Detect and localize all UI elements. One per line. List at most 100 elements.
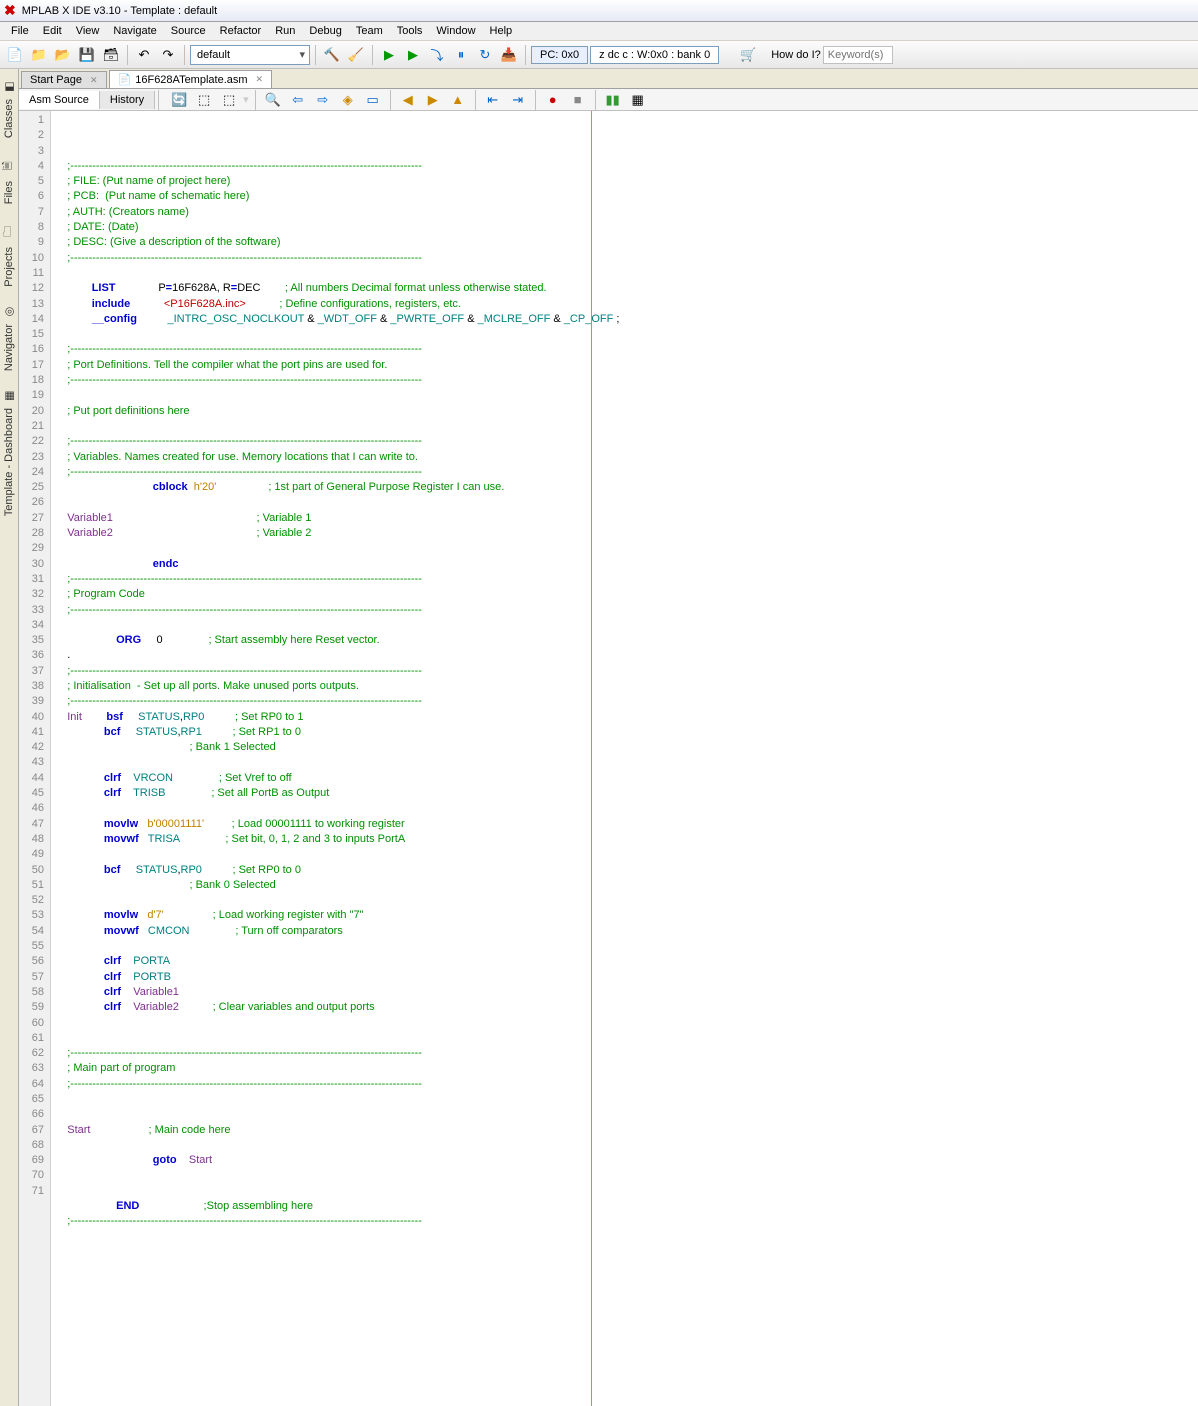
code-line[interactable] <box>55 939 1198 954</box>
code-line[interactable]: ;---------------------------------------… <box>55 465 1198 480</box>
search-input[interactable] <box>823 46 893 64</box>
code-line[interactable]: ; Variables. Names created for use. Memo… <box>55 450 1198 465</box>
sidetab-projects[interactable]: Projects🗀 <box>0 213 18 296</box>
bookmark-icon[interactable]: ◈ <box>337 89 359 111</box>
code-line[interactable]: ;---------------------------------------… <box>55 1077 1198 1092</box>
code-line[interactable]: ; FILE: (Put name of project here) <box>55 174 1198 189</box>
save-button[interactable]: 💾 <box>76 44 98 66</box>
debug-button[interactable]: ▶ <box>402 44 424 66</box>
code-line[interactable]: ;---------------------------------------… <box>55 572 1198 587</box>
code-line[interactable]: ; AUTH: (Creators name) <box>55 205 1198 220</box>
code-line[interactable]: ;---------------------------------------… <box>55 664 1198 679</box>
menu-edit[interactable]: Edit <box>36 25 69 37</box>
select-icon[interactable]: ▭ <box>362 89 384 111</box>
menu-view[interactable]: View <box>69 25 107 37</box>
code-line[interactable]: clrf VRCON ; Set Vref to off <box>55 771 1198 786</box>
code-line[interactable]: Variable2 ; Variable 2 <box>55 526 1198 541</box>
code-line[interactable] <box>55 1168 1198 1183</box>
nav-fwd-icon[interactable]: ▶ <box>422 89 444 111</box>
code-line[interactable] <box>55 1107 1198 1122</box>
code-line[interactable]: ;---------------------------------------… <box>55 1046 1198 1061</box>
code-line[interactable]: Init bsf STATUS,RP0 ; Set RP0 to 1 <box>55 710 1198 725</box>
code-line[interactable]: ;---------------------------------------… <box>55 373 1198 388</box>
code-line[interactable]: ; Bank 0 Selected <box>55 878 1198 893</box>
code-line[interactable]: bcf STATUS,RP0 ; Set RP0 to 0 <box>55 863 1198 878</box>
code-line[interactable]: Variable1 ; Variable 1 <box>55 511 1198 526</box>
code-line[interactable]: include <P16F628A.inc> ; Define configur… <box>55 297 1198 312</box>
code-line[interactable]: clrf Variable2 ; Clear variables and out… <box>55 1000 1198 1015</box>
code-line[interactable]: ; Program Code <box>55 587 1198 602</box>
menu-team[interactable]: Team <box>349 25 390 37</box>
config-dropdown[interactable]: default <box>190 45 310 65</box>
menu-tools[interactable]: Tools <box>390 25 430 37</box>
menu-debug[interactable]: Debug <box>302 25 348 37</box>
menu-refactor[interactable]: Refactor <box>213 25 269 37</box>
code-line[interactable] <box>55 1031 1198 1046</box>
step-button[interactable]: ⤵ <box>426 44 448 66</box>
menu-source[interactable]: Source <box>164 25 213 37</box>
redo-button[interactable]: ↷ <box>157 44 179 66</box>
code-line[interactable]: ; Port Definitions. Tell the compiler wh… <box>55 358 1198 373</box>
code-line[interactable] <box>55 1230 1198 1245</box>
code-line[interactable]: ; Bank 1 Selected <box>55 740 1198 755</box>
code-line[interactable] <box>55 266 1198 281</box>
code-line[interactable] <box>55 419 1198 434</box>
save-all-button[interactable]: 🗃 <box>100 44 122 66</box>
code-line[interactable]: ;---------------------------------------… <box>55 159 1198 174</box>
code-line[interactable]: bcf STATUS,RP1 ; Set RP1 to 0 <box>55 725 1198 740</box>
code-line[interactable]: clrf Variable1 <box>55 985 1198 1000</box>
code-line[interactable] <box>55 847 1198 862</box>
menu-run[interactable]: Run <box>268 25 302 37</box>
prev-icon[interactable]: ⇦ <box>287 89 309 111</box>
new-file-button[interactable]: 📄 <box>4 44 26 66</box>
code-line[interactable]: movlw d'7' ; Load working register with … <box>55 908 1198 923</box>
code-line[interactable]: Start ; Main code here <box>55 1123 1198 1138</box>
code-line[interactable]: ; Initialisation - Set up all ports. Mak… <box>55 679 1198 694</box>
code-line[interactable]: goto Start <box>55 1153 1198 1168</box>
sidetab-template-dashboard[interactable]: Template - Dashboard▦ <box>0 380 18 525</box>
menu-file[interactable]: File <box>4 25 36 37</box>
code-line[interactable] <box>55 1092 1198 1107</box>
shift-left-icon[interactable]: ⇤ <box>482 89 504 111</box>
code-line[interactable] <box>55 1138 1198 1153</box>
shift-right-icon[interactable]: ⇥ <box>507 89 529 111</box>
sidetab-classes[interactable]: Classes◧ <box>0 71 18 147</box>
code-line[interactable] <box>55 1016 1198 1031</box>
next-icon[interactable]: ⇨ <box>312 89 334 111</box>
code-line[interactable]: cblock h'20' ; 1st part of General Purpo… <box>55 480 1198 495</box>
build-button[interactable]: 🔨 <box>321 44 343 66</box>
program-button[interactable]: 📥 <box>498 44 520 66</box>
code-line[interactable] <box>55 801 1198 816</box>
code-line[interactable]: . <box>55 648 1198 663</box>
code-line[interactable] <box>55 327 1198 342</box>
code-line[interactable]: LIST P=16F628A, R=DEC ; All numbers Deci… <box>55 281 1198 296</box>
sidetab-navigator[interactable]: Navigator◎ <box>0 296 18 380</box>
stop-icon[interactable]: ■ <box>567 89 589 111</box>
reset-button[interactable]: ↻ <box>474 44 496 66</box>
tab-start-page[interactable]: Start Page✕ <box>21 71 107 88</box>
code-line[interactable]: ;---------------------------------------… <box>55 1214 1198 1229</box>
code-line[interactable]: ;---------------------------------------… <box>55 342 1198 357</box>
menu-window[interactable]: Window <box>429 25 482 37</box>
code-line[interactable]: movwf CMCON ; Turn off comparators <box>55 924 1198 939</box>
srctab-asm-source[interactable]: Asm Source <box>19 91 100 109</box>
code-line[interactable]: ORG 0 ; Start assembly here Reset vector… <box>55 633 1198 648</box>
undo-button[interactable]: ↶ <box>133 44 155 66</box>
grid-icon[interactable]: ▦ <box>627 89 649 111</box>
open-button[interactable]: 📂 <box>52 44 74 66</box>
code-line[interactable] <box>55 618 1198 633</box>
nav-back-icon[interactable]: ◀ <box>397 89 419 111</box>
code-line[interactable]: movwf TRISA ; Set bit, 0, 1, 2 and 3 to … <box>55 832 1198 847</box>
code-line[interactable]: ; Put port definitions here <box>55 404 1198 419</box>
code-line[interactable]: ;---------------------------------------… <box>55 434 1198 449</box>
code-line[interactable]: movlw b'00001111' ; Load 00001111 to wor… <box>55 817 1198 832</box>
code-line[interactable]: END ;Stop assembling here <box>55 1199 1198 1214</box>
code-line[interactable]: ; Main part of program <box>55 1061 1198 1076</box>
srctab-history[interactable]: History <box>100 91 155 109</box>
code-line[interactable]: endc <box>55 557 1198 572</box>
find-icon[interactable]: 🔍 <box>262 89 284 111</box>
new-project-button[interactable]: 📁 <box>28 44 50 66</box>
pause-button[interactable]: ⏸ <box>450 44 472 66</box>
run-button[interactable]: ▶ <box>378 44 400 66</box>
code-line[interactable]: ;---------------------------------------… <box>55 603 1198 618</box>
